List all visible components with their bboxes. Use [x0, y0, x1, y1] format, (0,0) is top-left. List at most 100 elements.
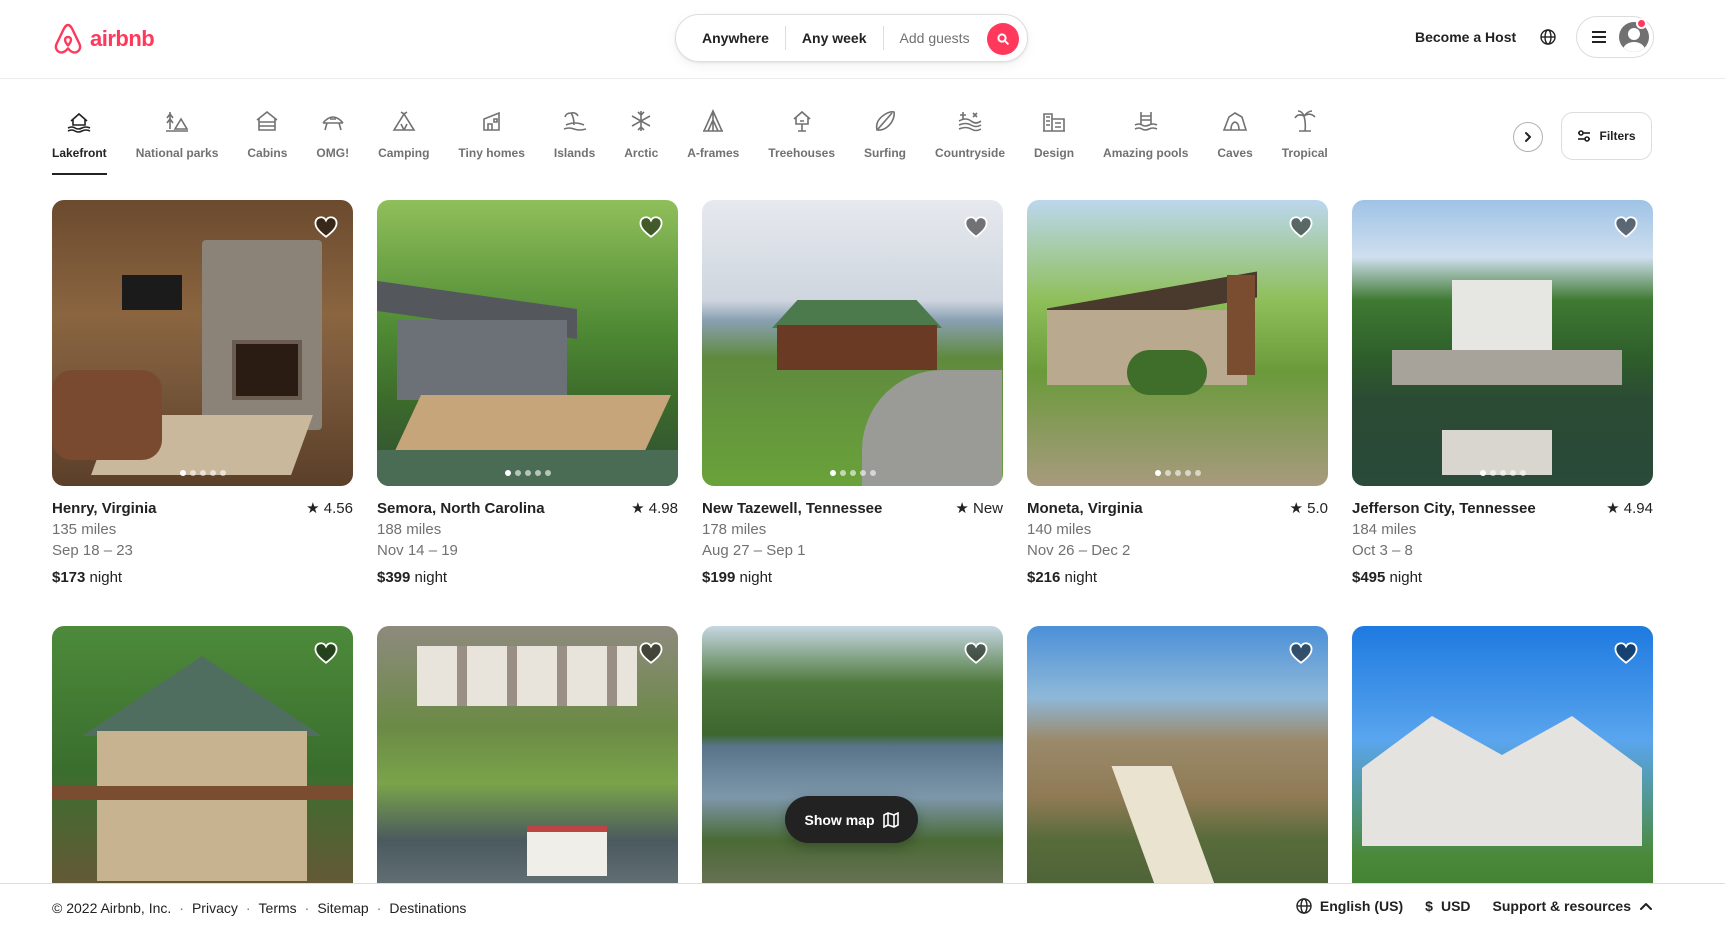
- heart-icon[interactable]: [1613, 214, 1639, 240]
- category-treehouses[interactable]: Treehouses: [768, 108, 835, 175]
- heart-icon[interactable]: [313, 640, 339, 666]
- heart-icon[interactable]: [638, 214, 664, 240]
- category-cabins[interactable]: Cabins: [247, 108, 287, 175]
- chevron-right-icon: [1525, 132, 1531, 142]
- category-islands[interactable]: Islands: [554, 108, 595, 175]
- category-camping[interactable]: Camping: [378, 108, 429, 175]
- listing-price: $216 night: [1027, 567, 1328, 588]
- heart-icon[interactable]: [313, 214, 339, 240]
- footer: © 2022 Airbnb, Inc. · Privacy · Terms · …: [0, 883, 1725, 931]
- category-amazing-pools[interactable]: Amazing pools: [1103, 108, 1188, 175]
- heart-icon[interactable]: [1288, 640, 1314, 666]
- listing-card[interactable]: Semora, North Carolina ★ 4.98 188 miles …: [377, 200, 678, 588]
- listing-rating: ★ 5.0: [1289, 500, 1328, 517]
- footer-link-sitemap[interactable]: Sitemap: [317, 900, 368, 916]
- camping-icon: [390, 108, 418, 134]
- search-bar[interactable]: Anywhere Any week Add guests: [675, 14, 1028, 62]
- heart-icon[interactable]: [638, 640, 664, 666]
- islands-icon: [561, 108, 589, 134]
- heart-icon[interactable]: [963, 640, 989, 666]
- heart-icon[interactable]: [1288, 214, 1314, 240]
- language-label: English (US): [1319, 898, 1404, 914]
- category-surfing[interactable]: Surfing: [864, 108, 906, 175]
- photo-fireplace: [202, 240, 322, 430]
- filters-button[interactable]: Filters: [1561, 112, 1652, 160]
- category-national-parks[interactable]: National parks: [136, 108, 218, 175]
- listing-location: Moneta, Virginia: [1027, 500, 1143, 517]
- search-divider: [882, 26, 884, 50]
- copyright: © 2022 Airbnb, Inc.: [52, 900, 172, 916]
- listing-photo[interactable]: [52, 200, 353, 486]
- listing-info: Semora, North Carolina ★ 4.98 188 miles …: [377, 498, 678, 588]
- listing-dates: Sep 18 – 23: [52, 542, 133, 559]
- search-button[interactable]: [987, 23, 1019, 55]
- search-add-guests[interactable]: Add guests: [900, 30, 970, 46]
- listing-photo[interactable]: [1352, 626, 1653, 912]
- category-label: Treehouses: [768, 146, 835, 160]
- listing-photo[interactable]: [702, 200, 1003, 486]
- listing-info: Henry, Virginia ★ 4.56 135 miles Sep 18 …: [52, 498, 353, 588]
- photo-house: [1362, 716, 1642, 846]
- footer-link-destinations[interactable]: Destinations: [389, 900, 466, 916]
- listing-photo[interactable]: [52, 626, 353, 912]
- category-tropical[interactable]: Tropical: [1282, 108, 1328, 175]
- support-resources-button[interactable]: Support & resources: [1493, 898, 1653, 914]
- category-a-frames[interactable]: A-frames: [687, 108, 739, 175]
- show-map-button[interactable]: Show map: [785, 796, 918, 843]
- category-caves[interactable]: Caves: [1217, 108, 1253, 175]
- listing-card[interactable]: [52, 626, 353, 912]
- category-omg[interactable]: OMG!: [316, 108, 349, 175]
- pool-icon: [1132, 108, 1160, 134]
- globe-icon: [1296, 898, 1312, 914]
- separator: ·: [179, 900, 184, 916]
- category-arctic[interactable]: Arctic: [624, 108, 658, 175]
- become-host-link[interactable]: Become a Host: [1415, 29, 1516, 45]
- photo-balcony: [52, 786, 353, 800]
- category-tiny-homes[interactable]: Tiny homes: [458, 108, 525, 175]
- lakefront-icon: [65, 108, 93, 134]
- listing-card[interactable]: Moneta, Virginia ★ 5.0 140 miles Nov 26 …: [1027, 200, 1328, 588]
- listing-card[interactable]: [1027, 626, 1328, 912]
- listing-price: $173 night: [52, 567, 353, 588]
- listing-card[interactable]: [377, 626, 678, 912]
- listing-photo[interactable]: [1027, 626, 1328, 912]
- category-design[interactable]: Design: [1034, 108, 1074, 175]
- photo-hearth: [232, 340, 302, 400]
- category-lakefront[interactable]: Lakefront: [52, 108, 107, 175]
- footer-link-privacy[interactable]: Privacy: [192, 900, 238, 916]
- search-any-week[interactable]: Any week: [802, 30, 867, 46]
- footer-right: English (US) $ USD Support & resources: [1296, 898, 1653, 914]
- listing-card[interactable]: [1352, 626, 1653, 912]
- language-selector[interactable]: English (US): [1296, 898, 1403, 914]
- listing-photo[interactable]: [702, 626, 1003, 912]
- heart-icon[interactable]: [963, 214, 989, 240]
- listing-photo[interactable]: [377, 626, 678, 912]
- airbnb-logo[interactable]: airbnb: [52, 22, 155, 56]
- listing-card[interactable]: Jefferson City, Tennessee ★ 4.94 184 mil…: [1352, 200, 1653, 588]
- rating-value: 4.56: [323, 500, 353, 517]
- language-button[interactable]: [1537, 26, 1559, 48]
- airbnb-logo-icon: [54, 23, 82, 54]
- heart-icon[interactable]: [1613, 640, 1639, 666]
- currency-selector[interactable]: $ USD: [1425, 898, 1470, 914]
- listing-distance: 178 miles: [702, 521, 767, 538]
- listing-photo[interactable]: [377, 200, 678, 486]
- listing-photo[interactable]: [1352, 200, 1653, 486]
- listing-card[interactable]: [702, 626, 1003, 912]
- photo-villa: [1452, 280, 1552, 350]
- footer-link-terms[interactable]: Terms: [259, 900, 297, 916]
- rating-value: 4.98: [648, 500, 678, 517]
- countryside-icon: [956, 108, 984, 134]
- listing-rating: ★ 4.94: [1606, 500, 1653, 517]
- photo-house: [97, 731, 307, 881]
- listing-photo[interactable]: [1027, 200, 1328, 486]
- listing-card[interactable]: Henry, Virginia ★ 4.56 135 miles Sep 18 …: [52, 200, 353, 588]
- category-next-button[interactable]: [1513, 122, 1543, 152]
- photo-sofa: [52, 370, 162, 460]
- photo-cabin-roof: [772, 300, 942, 328]
- category-countryside[interactable]: Countryside: [935, 108, 1005, 175]
- top-header: airbnb Anywhere Any week Add guests Beco…: [0, 0, 1725, 79]
- listing-card[interactable]: New Tazewell, Tennessee ★ New 178 miles …: [702, 200, 1003, 588]
- search-anywhere[interactable]: Anywhere: [702, 30, 769, 46]
- listing-price: $199 night: [702, 567, 1003, 588]
